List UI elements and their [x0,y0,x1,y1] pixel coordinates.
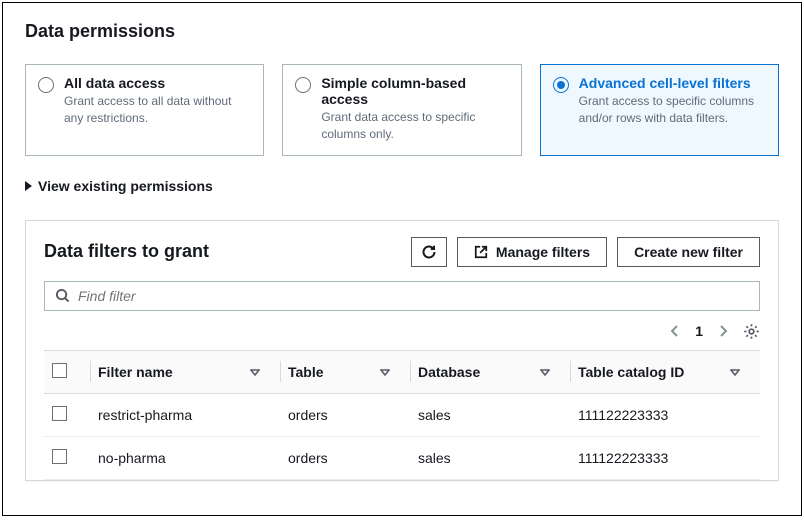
page-next-button[interactable] [717,323,729,339]
option-advanced-cell[interactable]: Advanced cell-level filters Grant access… [540,64,779,156]
row-checkbox[interactable] [52,449,67,464]
select-all-checkbox[interactable] [52,363,67,378]
pagination: 1 [44,323,760,340]
create-filter-button[interactable]: Create new filter [617,237,760,267]
page-number: 1 [695,323,703,339]
button-label: Manage filters [496,244,590,260]
filters-actions: Manage filters Create new filter [411,237,760,267]
button-label: Create new filter [634,244,743,260]
view-existing-permissions-toggle[interactable]: View existing permissions [25,178,779,194]
cell-catalog: 111122223333 [570,436,760,479]
cell-catalog: 111122223333 [570,393,760,436]
refresh-icon [421,244,437,260]
panel-title: Data permissions [25,21,779,42]
page-prev-button[interactable] [669,323,681,339]
table-row[interactable]: restrict-pharma orders sales 11112222333… [44,393,760,436]
gear-icon [743,323,760,340]
option-all-data-access[interactable]: All data access Grant access to all data… [25,64,264,156]
table-row[interactable]: no-pharma orders sales 111122223333 [44,436,760,479]
option-title: Advanced cell-level filters [579,75,766,91]
col-catalog: Table catalog ID [578,364,684,380]
option-title: Simple column-based access [321,75,508,107]
filters-table: Filter name Table Database Table catalog… [44,350,760,480]
external-icon [474,245,488,259]
cell-filter-name: no-pharma [90,436,280,479]
manage-filters-button[interactable]: Manage filters [457,237,607,267]
sort-icon[interactable] [730,367,740,377]
filters-title: Data filters to grant [44,241,209,262]
option-desc: Grant access to specific columns and/or … [579,93,766,127]
sort-icon[interactable] [540,367,550,377]
refresh-button[interactable] [411,237,447,267]
search-icon [55,288,70,303]
caret-right-icon [25,181,32,191]
cell-database: sales [410,436,570,479]
chevron-left-icon [669,323,681,339]
settings-button[interactable] [743,323,760,340]
sort-icon[interactable] [250,367,260,377]
radio-icon [553,77,569,93]
option-desc: Grant data access to specific columns on… [321,109,508,143]
radio-icon [38,77,54,93]
option-desc: Grant access to all data without any res… [64,93,251,127]
radio-icon [295,77,311,93]
data-permissions-panel: Data permissions All data access Grant a… [2,2,802,516]
data-filters-panel: Data filters to grant Manage filters Cre… [25,220,779,481]
expand-label: View existing permissions [38,178,213,194]
col-filter-name: Filter name [98,364,173,380]
access-options: All data access Grant access to all data… [25,64,779,156]
search-input[interactable] [78,288,749,304]
col-table: Table [288,364,324,380]
chevron-right-icon [717,323,729,339]
cell-filter-name: restrict-pharma [90,393,280,436]
option-simple-column[interactable]: Simple column-based access Grant data ac… [282,64,521,156]
option-title: All data access [64,75,251,91]
cell-table: orders [280,393,410,436]
col-database: Database [418,364,480,380]
row-checkbox[interactable] [52,406,67,421]
search-input-wrapper[interactable] [44,281,760,311]
cell-table: orders [280,436,410,479]
sort-icon[interactable] [380,367,390,377]
cell-database: sales [410,393,570,436]
filters-header: Data filters to grant Manage filters Cre… [44,237,760,267]
